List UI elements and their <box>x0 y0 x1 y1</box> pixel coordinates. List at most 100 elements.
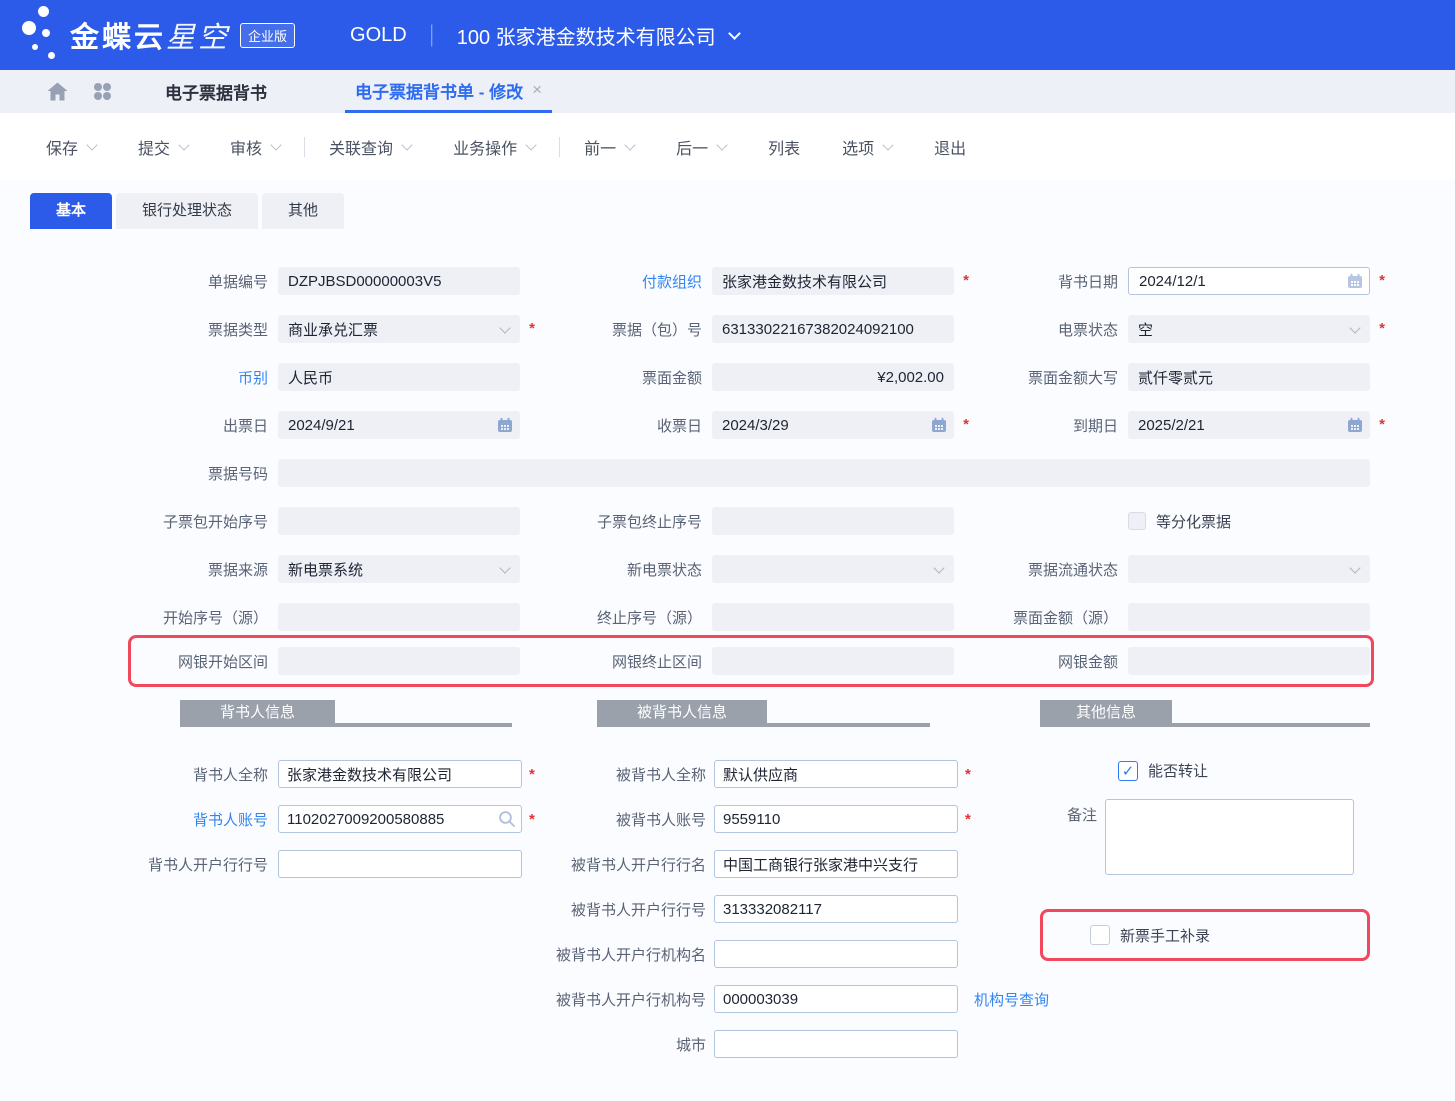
endorsee-org-name-input[interactable] <box>714 940 958 968</box>
calendar-icon[interactable] <box>931 417 947 433</box>
endorser-name-row: 背书人全称 张家港金数技术有限公司 * <box>130 760 530 788</box>
currency-field[interactable]: 人民币 <box>278 363 520 391</box>
endorser-account-input[interactable]: 1102027009200580885 <box>278 805 522 833</box>
endorse-date-cell: 2024/12/1 <box>1128 267 1370 295</box>
calendar-icon[interactable] <box>497 417 513 433</box>
bill-pkg-no-field[interactable]: 63133022167382024092100 <box>712 315 954 343</box>
home-icon[interactable] <box>47 82 68 101</box>
ebill-status-select[interactable]: 空 <box>1128 315 1370 343</box>
apps-grid-icon[interactable] <box>93 82 112 101</box>
endorsee-bank-no-input[interactable]: 313332082117 <box>714 895 958 923</box>
sub-pkg-end-cell <box>712 507 954 535</box>
remark-textarea[interactable] <box>1105 799 1354 875</box>
org-no-query-link[interactable]: 机构号查询 <box>974 989 1049 1010</box>
previous-button[interactable]: 前一 <box>584 135 634 159</box>
chevron-down-icon <box>624 139 635 150</box>
new-ebill-status-select[interactable] <box>712 555 954 583</box>
bill-pkg-no-label: 票据（包）号 <box>530 315 702 343</box>
issue-date-field[interactable]: 2024/9/21 <box>278 411 520 439</box>
bill-no-field[interactable]: DZPJBSD00000003V5 <box>278 267 520 295</box>
due-date-label: 到期日 <box>964 411 1118 439</box>
required-asterisk: * <box>965 811 971 828</box>
equalized-label: 等分化票据 <box>1156 511 1231 532</box>
sub-pkg-end-field[interactable] <box>712 507 954 535</box>
bill-source-select[interactable]: 新电票系统 <box>278 555 520 583</box>
business-ops-button[interactable]: 业务操作 <box>453 135 535 159</box>
nav-tab-endorse-edit[interactable]: 电子票据背书单 - 修改 × <box>345 70 552 113</box>
tab-bank-status[interactable]: 银行处理状态 <box>116 193 258 229</box>
bill-type-cell: 商业承兑汇票 <box>278 315 520 343</box>
face-amount-cn-label: 票面金额大写 <box>964 363 1118 391</box>
end-seq-src-field[interactable] <box>712 603 954 631</box>
related-query-button[interactable]: 关联查询 <box>329 135 411 159</box>
manual-entry-checkbox[interactable] <box>1090 925 1110 945</box>
pay-org-field[interactable]: 张家港金数技术有限公司 <box>712 267 954 295</box>
bill-number-label: 票据号码 <box>130 459 268 487</box>
face-amt-src-field[interactable] <box>1128 603 1370 631</box>
bill-type-select[interactable]: 商业承兑汇票 <box>278 315 520 343</box>
bill-pkg-no-cell: 63133022167382024092100 <box>712 315 954 343</box>
form-content: 单据编号 DZPJBSD00000003V5 付款组织 张家港金数技术有限公司 … <box>0 229 1455 1080</box>
ebank-start-label: 网银开始区间 <box>131 647 268 675</box>
circulation-select[interactable] <box>1128 555 1370 583</box>
pay-org-label[interactable]: 付款组织 <box>530 267 702 295</box>
next-button[interactable]: 后一 <box>676 135 726 159</box>
endorse-date-field[interactable]: 2024/12/1 <box>1128 267 1370 295</box>
endorsee-org-no-input[interactable]: 000003039 <box>714 985 958 1013</box>
check-icon: ✓ <box>1122 762 1135 780</box>
close-icon[interactable]: × <box>532 80 542 100</box>
form-tab-bar: 基本 银行处理状态 其他 <box>30 193 1455 229</box>
bottom-sections: 背书人信息 背书人全称 张家港金数技术有限公司 * 背书人账号 11020270… <box>0 700 1455 1080</box>
app-logo: 金蝶云星空 <box>70 14 230 56</box>
receive-date-field[interactable]: 2024/3/29 <box>712 411 954 439</box>
sub-pkg-start-field[interactable] <box>278 507 520 535</box>
sub-pkg-start-label: 子票包开始序号 <box>130 507 268 535</box>
equalized-checkbox[interactable] <box>1128 512 1146 530</box>
due-date-field[interactable]: 2025/2/21 <box>1128 411 1370 439</box>
start-seq-src-field[interactable] <box>278 603 520 631</box>
account-switcher[interactable]: GOLD ｜ 100 张家港金数技术有限公司 <box>350 19 739 51</box>
ebank-end-field[interactable] <box>712 647 954 675</box>
sub-pkg-end-label: 子票包终止序号 <box>530 507 702 535</box>
nav-tab-active-label: 电子票据背书单 - 修改 <box>355 78 523 103</box>
endorsee-name-input[interactable]: 默认供应商 <box>714 760 958 788</box>
chevron-down-icon[interactable] <box>728 27 741 40</box>
submit-button[interactable]: 提交 <box>138 135 188 159</box>
endorsee-bank-name-input[interactable]: 中国工商银行张家港中兴支行 <box>714 850 958 878</box>
endorser-bank-no-row: 背书人开户行行号 <box>130 850 530 878</box>
face-amount-field[interactable]: ¥2,002.00 <box>712 363 954 391</box>
save-button[interactable]: 保存 <box>46 135 96 159</box>
face-amount-cn-field[interactable]: 贰仟零贰元 <box>1128 363 1370 391</box>
audit-button[interactable]: 审核 <box>230 135 280 159</box>
list-button[interactable]: 列表 <box>768 135 800 159</box>
nav-tab-endorse-list[interactable]: 电子票据背书 <box>165 79 267 104</box>
chevron-down-icon <box>716 139 727 150</box>
search-icon[interactable] <box>498 810 516 828</box>
receive-date-label: 收票日 <box>530 411 702 439</box>
endorser-section-title: 背书人信息 <box>180 700 335 723</box>
calendar-icon[interactable] <box>1347 273 1363 289</box>
currency-label[interactable]: 币别 <box>130 363 268 391</box>
ebank-amount-field[interactable] <box>1128 647 1370 675</box>
endorsee-city-input[interactable] <box>714 1030 958 1058</box>
options-button[interactable]: 选项 <box>842 135 892 159</box>
tab-basic[interactable]: 基本 <box>30 193 112 229</box>
bill-number-field[interactable] <box>278 459 1370 487</box>
exit-button[interactable]: 退出 <box>934 135 966 159</box>
tab-other[interactable]: 其他 <box>262 193 344 229</box>
ebank-start-field[interactable] <box>278 647 520 675</box>
endorser-name-input[interactable]: 张家港金数技术有限公司 <box>278 760 522 788</box>
ebank-amount-label: 网银金额 <box>964 647 1118 675</box>
face-amount-label: 票面金额 <box>530 363 702 391</box>
endorser-account-label[interactable]: 背书人账号 <box>130 809 268 830</box>
other-section-header: 其他信息 <box>1040 700 1374 727</box>
endorsee-account-input[interactable]: 9559110 <box>714 805 958 833</box>
endorsee-bank-name-label: 被背书人开户行行名 <box>534 854 706 875</box>
face-amount-cn-cell: 贰仟零贰元 <box>1128 363 1370 391</box>
endorsee-city-label: 城市 <box>534 1034 706 1055</box>
calendar-icon[interactable] <box>1347 417 1363 433</box>
chevron-down-icon <box>270 139 281 150</box>
transferable-checkbox[interactable]: ✓ <box>1118 761 1138 781</box>
remark-row: 备注 <box>1040 799 1374 875</box>
endorser-bank-no-input[interactable] <box>278 850 522 878</box>
